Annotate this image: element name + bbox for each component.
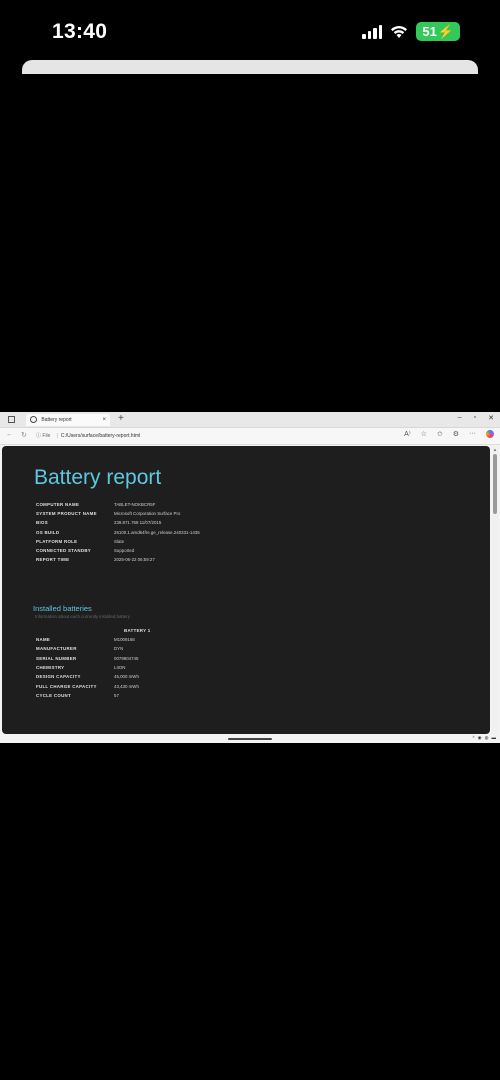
battery-indicator: 51 ⚡	[416, 22, 460, 41]
battery-info-value: 45,000 mWh	[114, 674, 139, 680]
system-info-value: 26100.1.amd64fre.ge_release.240331-1435	[114, 529, 200, 535]
system-info-key: COMPUTER NAME	[36, 502, 80, 507]
battery-info-key: NAME	[36, 637, 51, 642]
refresh-icon[interactable]: ↻	[21, 431, 27, 439]
system-info-value: TABLET-NOKBCR5F	[114, 502, 156, 507]
system-info-value: Supported	[114, 548, 135, 553]
battery-info-value: LIION	[114, 664, 126, 670]
tab-favicon-icon	[30, 416, 37, 424]
tab-battery-report[interactable]: Battery report ×	[26, 414, 110, 426]
system-info-value: Slate	[114, 538, 125, 544]
new-tab-button[interactable]: +	[118, 413, 124, 424]
system-info-value: Microsoft Corporation Surface Pro	[114, 511, 181, 517]
wifi-icon	[391, 25, 408, 38]
charging-bolt-icon: ⚡	[437, 24, 454, 39]
site-info[interactable]: ⓘ File	[36, 433, 50, 439]
more-menu-icon[interactable]: ···	[469, 430, 476, 438]
maximize-button[interactable]: ▫	[474, 414, 476, 422]
battery-percent: 51	[422, 24, 437, 39]
status-icons: 51 ⚡	[362, 22, 460, 41]
tab-title: Battery report	[41, 417, 72, 423]
screenshot-image: Battery report × + – ▫ ✕ ← ↻ ⓘ File | C:/U…	[0, 412, 500, 743]
browser-toolbar: A⁾ ☆ ✩ ⚙ ···	[404, 430, 494, 438]
tab-close-icon[interactable]: ×	[102, 414, 106, 426]
url-text: C:/Users/surface/battery-report.html	[60, 433, 141, 439]
battery-info-value: 43,430 mWh	[114, 683, 139, 689]
copilot-icon[interactable]	[486, 430, 494, 438]
tray-volume-icon[interactable]: ◍	[485, 735, 489, 741]
scrollbar-thumb[interactable]	[493, 454, 497, 514]
tray-chevron-icon[interactable]: ^	[473, 735, 475, 741]
url-field[interactable]: ⓘ File | C:/Users/surface/battery-report.h…	[36, 431, 386, 441]
favorite-star-icon[interactable]: ☆	[421, 430, 427, 438]
system-info-key: BIOS	[36, 520, 48, 526]
system-info-value: 2025-06-22 06:59:27	[114, 557, 155, 563]
home-indicator	[228, 738, 272, 740]
extensions-icon[interactable]: ⚙	[453, 430, 459, 438]
system-info-key: OS BUILD	[36, 529, 60, 535]
battery-report-page: Battery report COMPUTER NAME TABLET-NOKBC…	[2, 446, 490, 734]
installed-batteries-subtitle: Information about each currently install…	[35, 614, 130, 619]
battery-info-value: M1009168	[114, 637, 135, 642]
battery-info-value: DYN	[114, 646, 124, 652]
scroll-up-icon[interactable]: ▲	[493, 447, 497, 452]
battery-info-key: MANUFACTURER	[36, 646, 77, 652]
sheet-top-edge	[22, 60, 478, 74]
browser-tab-bar: Battery report × + – ▫ ✕	[0, 412, 500, 428]
read-aloud-icon[interactable]: A⁾	[404, 430, 410, 438]
system-info-key: SYSTEM PRODUCT NAME	[36, 511, 97, 517]
taskbar: ^ ◉ ◍ ▬	[0, 734, 500, 743]
window-controls: – ▫ ✕	[458, 414, 494, 422]
system-tray: ^ ◉ ◍ ▬	[473, 735, 497, 741]
tray-battery-icon[interactable]: ▬	[492, 735, 497, 741]
battery-info-value: 57	[114, 692, 119, 698]
tab-actions-icon[interactable]	[8, 416, 15, 423]
cellular-signal-icon	[362, 24, 383, 39]
nav-buttons: ← ↻	[6, 431, 27, 439]
system-info-key: REPORT TIME	[36, 557, 70, 563]
minimize-button[interactable]: –	[458, 414, 462, 422]
tray-wifi-icon[interactable]: ◉	[478, 735, 482, 741]
system-info-key: CONNECTED STANDBY	[36, 548, 92, 553]
battery-info-key: CYCLE COUNT	[36, 692, 72, 698]
close-window-button[interactable]: ✕	[488, 414, 494, 422]
page-scrollbar[interactable]: ▲	[492, 446, 498, 734]
system-info-value: 239.871.768 11/07/2015	[114, 520, 162, 526]
battery-column-header: BATTERY 1	[124, 628, 151, 633]
report-title: Battery report	[34, 466, 162, 489]
back-icon[interactable]: ←	[6, 431, 13, 439]
address-bar: ← ↻ ⓘ File | C:/Users/surface/battery-repo…	[0, 428, 500, 445]
status-time: 13:40	[52, 20, 108, 43]
battery-info-value: 0079904745	[114, 655, 139, 661]
battery-info-key: CHEMISTRY	[36, 664, 65, 670]
favorites-icon[interactable]: ✩	[437, 430, 443, 438]
system-info-key: PLATFORM ROLE	[36, 538, 78, 544]
battery-info-key: DESIGN CAPACITY	[36, 674, 81, 680]
battery-info-key: SERIAL NUMBER	[36, 655, 77, 661]
battery-info-key: FULL CHARGE CAPACITY	[36, 683, 97, 689]
url-separator: |	[56, 433, 58, 439]
installed-batteries-heading: Installed batteries	[33, 604, 92, 613]
